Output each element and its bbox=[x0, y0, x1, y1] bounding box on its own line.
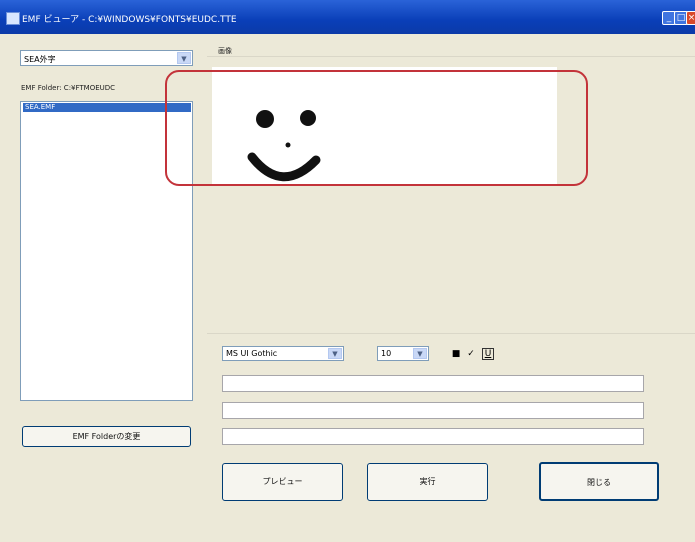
font-name-value: MS UI Gothic bbox=[226, 349, 278, 358]
close-window-button[interactable]: × bbox=[686, 11, 695, 25]
folder-path-label: EMF Folder: C:¥FTMOEUDC bbox=[21, 84, 116, 92]
font-size-value: 10 bbox=[381, 349, 392, 358]
text-line-2-input[interactable] bbox=[222, 402, 644, 419]
font-name-combo[interactable]: MS UI Gothic ▼ bbox=[222, 346, 344, 361]
chevron-down-icon[interactable]: ▼ bbox=[177, 52, 191, 64]
divider bbox=[207, 333, 695, 334]
chevron-down-icon[interactable]: ▼ bbox=[413, 348, 427, 359]
font-set-combo-value: SEA外字 bbox=[24, 55, 56, 64]
run-button[interactable]: 実行 bbox=[367, 463, 488, 501]
window-title: EMF ビューア - C:¥WINDOWS¥FONTS¥EUDC.TTE bbox=[22, 15, 237, 25]
app-window: EMF ビューア - C:¥WINDOWS¥FONTS¥EUDC.TTE _ □… bbox=[0, 0, 695, 542]
highlight-box bbox=[165, 70, 588, 186]
underline-toggle-button[interactable]: U bbox=[482, 348, 494, 360]
chevron-down-icon[interactable]: ▼ bbox=[328, 348, 342, 359]
text-line-1-input[interactable] bbox=[222, 375, 644, 392]
bold-toggle-button[interactable]: ■ bbox=[450, 348, 462, 360]
title-bar[interactable]: EMF ビューア - C:¥WINDOWS¥FONTS¥EUDC.TTE _ □… bbox=[0, 0, 695, 34]
preview-button[interactable]: プレビュー bbox=[222, 463, 343, 501]
text-line-3-input[interactable] bbox=[222, 428, 644, 445]
font-set-combo[interactable]: SEA外字 ▼ bbox=[20, 50, 193, 66]
font-size-combo[interactable]: 10 ▼ bbox=[377, 346, 429, 361]
app-icon bbox=[6, 12, 20, 25]
change-folder-button[interactable]: EMF Folderの変更 bbox=[22, 426, 191, 447]
pen-icon[interactable]: ✓ bbox=[465, 348, 477, 360]
preview-group-label: 画像 bbox=[218, 47, 232, 55]
divider bbox=[207, 56, 695, 57]
close-button[interactable]: 閉じる bbox=[539, 462, 659, 501]
